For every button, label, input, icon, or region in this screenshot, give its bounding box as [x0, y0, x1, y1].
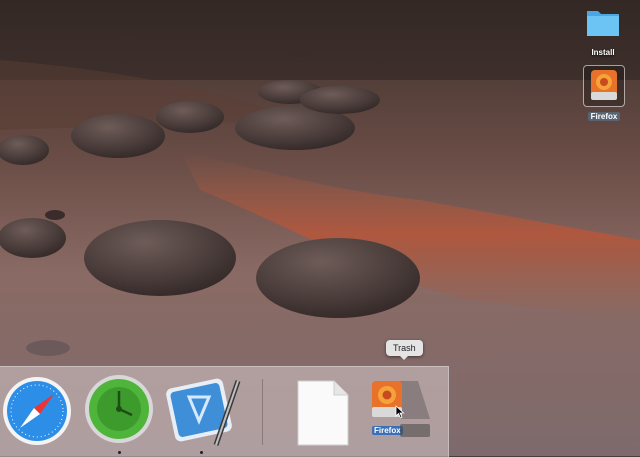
- desktop-icon-label: Firefox: [587, 112, 621, 121]
- dock: [0, 366, 449, 457]
- desktop-icon-firefox[interactable]: Firefox: [574, 65, 634, 124]
- running-indicator: [118, 451, 121, 454]
- firefox-disk-icon: [583, 65, 625, 107]
- dock-tooltip: Trash: [386, 340, 423, 360]
- desktop-icon-label: Install: [591, 48, 615, 57]
- dock-separator: [262, 379, 263, 445]
- folder-icon: [583, 2, 623, 42]
- running-indicator: [200, 451, 203, 454]
- desktop-icon-install[interactable]: Install: [573, 2, 633, 60]
- arrow-cursor-icon: [395, 405, 405, 424]
- drag-item-label: Firefox: [372, 424, 430, 437]
- dock-item-xcode[interactable]: [164, 375, 242, 452]
- clock-icon: [85, 375, 153, 443]
- dock-item-safari[interactable]: [2, 375, 72, 452]
- dock-item-document[interactable]: [296, 379, 350, 452]
- xcode-icon: [166, 378, 241, 446]
- dock-item-clock[interactable]: [84, 373, 154, 450]
- safari-compass-icon: [3, 377, 71, 445]
- drag-ghost: [400, 424, 430, 437]
- blank-document-icon: [297, 380, 349, 446]
